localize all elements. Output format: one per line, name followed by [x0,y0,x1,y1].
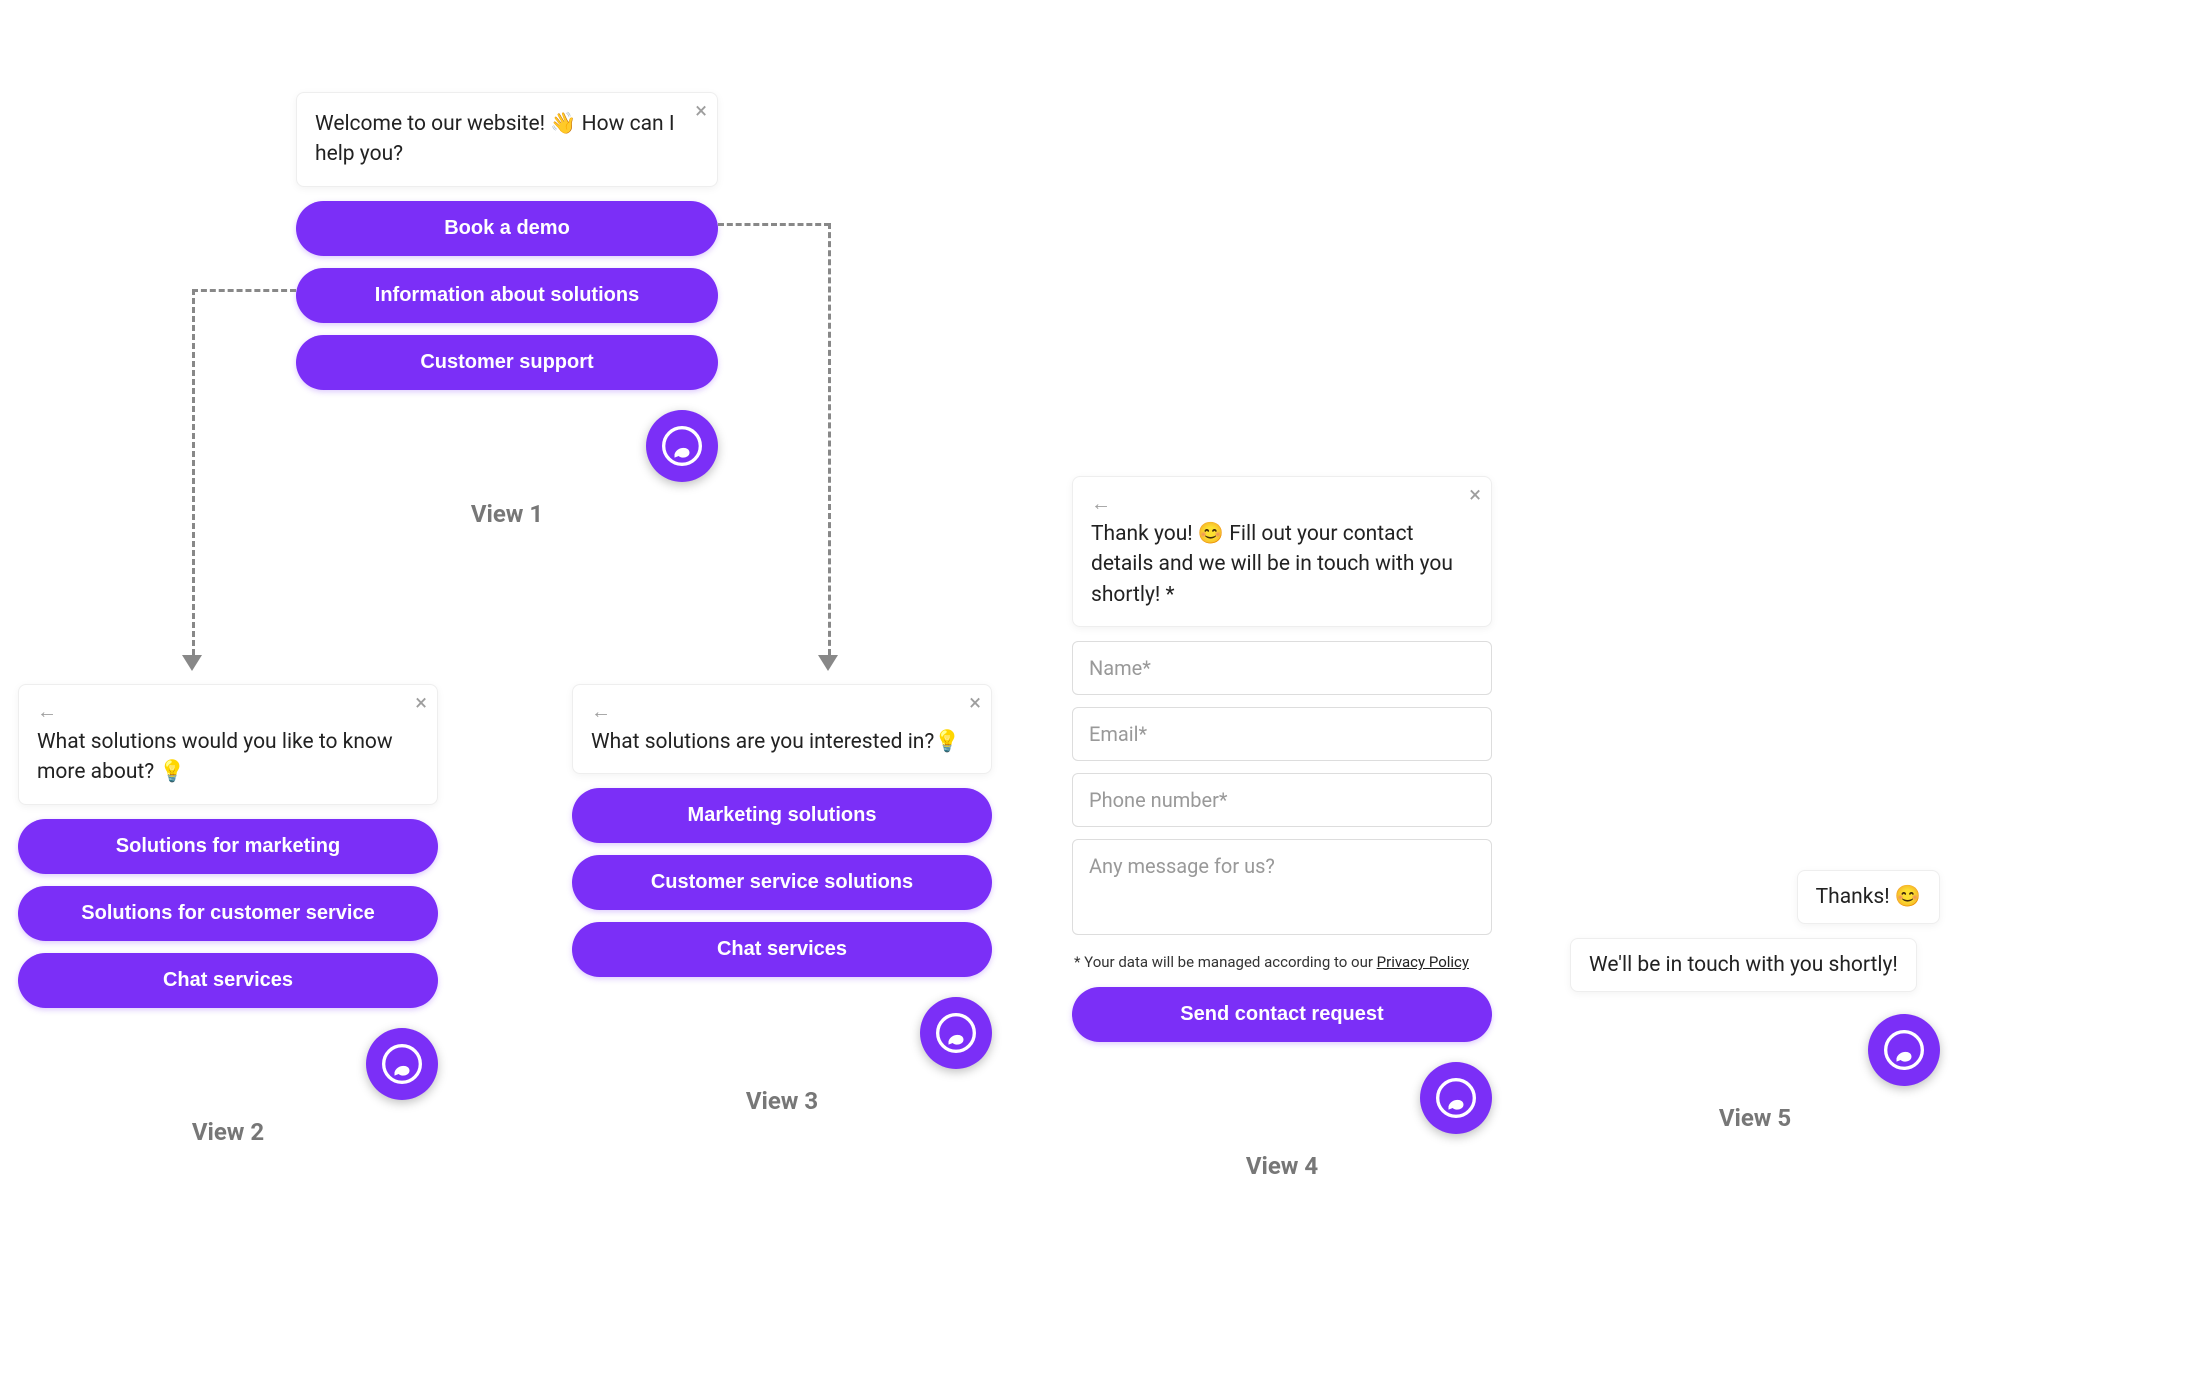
view-1-button-customer-support[interactable]: Customer support [296,335,718,390]
view-3-button-customer-service[interactable]: Customer service solutions [572,855,992,910]
view-3-label: View 3 [572,1087,992,1115]
view-5-panel: Thanks! 😊 We'll be in touch with you sho… [1570,870,1940,1132]
close-icon[interactable]: × [415,693,427,715]
chat-icon [662,426,702,466]
connector-view1-to-view3-horizontal [718,223,830,226]
view-2-button-marketing[interactable]: Solutions for marketing [18,819,438,874]
view-4-message: Thank you! 😊 Fill out your contact detai… [1091,519,1473,610]
name-field[interactable] [1072,641,1492,695]
view-4-label: View 4 [1072,1152,1492,1180]
view-5-bot-bubble: We'll be in touch with you shortly! [1570,938,1917,992]
view-4-message-card: ← × Thank you! 😊 Fill out your contact d… [1072,476,1492,627]
chat-icon [382,1044,422,1084]
send-contact-request-button[interactable]: Send contact request [1072,987,1492,1042]
chat-fab[interactable] [646,410,718,482]
view-2-button-chat-services[interactable]: Chat services [18,953,438,1008]
view-2-label: View 2 [18,1118,438,1146]
chat-fab[interactable] [366,1028,438,1100]
back-arrow-icon[interactable]: ← [37,701,419,721]
view-1-label: View 1 [296,500,718,528]
back-arrow-icon[interactable]: ← [1091,493,1473,513]
view-3-panel: ← × What solutions are you interested in… [572,684,992,1115]
view-2-message-card: ← × What solutions would you like to kno… [18,684,438,805]
view-4-panel: ← × Thank you! 😊 Fill out your contact d… [1072,476,1492,1180]
view-5-user-bubble: Thanks! 😊 [1797,870,1940,924]
connector-view1-to-view3-arrow [818,655,838,671]
view-3-button-chat-services[interactable]: Chat services [572,922,992,977]
chat-icon [1436,1078,1476,1118]
close-icon[interactable]: × [1469,485,1481,507]
chat-icon [1884,1030,1924,1070]
close-icon[interactable]: × [695,101,707,123]
privacy-note: * Your data will be managed according to… [1074,953,1492,971]
phone-field[interactable] [1072,773,1492,827]
view-1-panel: × Welcome to our website! 👋 How can I he… [296,92,718,528]
privacy-policy-link[interactable]: Privacy Policy [1377,953,1469,971]
chat-fab[interactable] [1420,1062,1492,1134]
email-field[interactable] [1072,707,1492,761]
view-2-message: What solutions would you like to know mo… [37,727,419,788]
view-3-message-card: ← × What solutions are you interested in… [572,684,992,774]
connector-view1-to-view2-arrow [182,655,202,671]
view-1-message-card: × Welcome to our website! 👋 How can I he… [296,92,718,187]
view-3-message: What solutions are you interested in?💡 [591,727,973,757]
close-icon[interactable]: × [969,693,981,715]
view-1-message: Welcome to our website! 👋 How can I help… [315,109,699,170]
message-field[interactable] [1072,839,1492,935]
connector-view1-to-view3-vertical [828,223,831,655]
connector-view1-to-view2-vertical [192,289,195,655]
chat-icon [936,1013,976,1053]
chat-fab[interactable] [920,997,992,1069]
connector-view1-to-view2-horizontal [192,289,296,292]
back-arrow-icon[interactable]: ← [591,701,973,721]
view-2-panel: ← × What solutions would you like to kno… [18,684,438,1146]
view-1-button-info-solutions[interactable]: Information about solutions [296,268,718,323]
privacy-note-text: * Your data will be managed according to… [1074,953,1377,971]
view-2-button-customer-service[interactable]: Solutions for customer service [18,886,438,941]
view-5-label: View 5 [1570,1104,1940,1132]
view-1-button-book-demo[interactable]: Book a demo [296,201,718,256]
chat-fab[interactable] [1868,1014,1940,1086]
view-3-button-marketing[interactable]: Marketing solutions [572,788,992,843]
